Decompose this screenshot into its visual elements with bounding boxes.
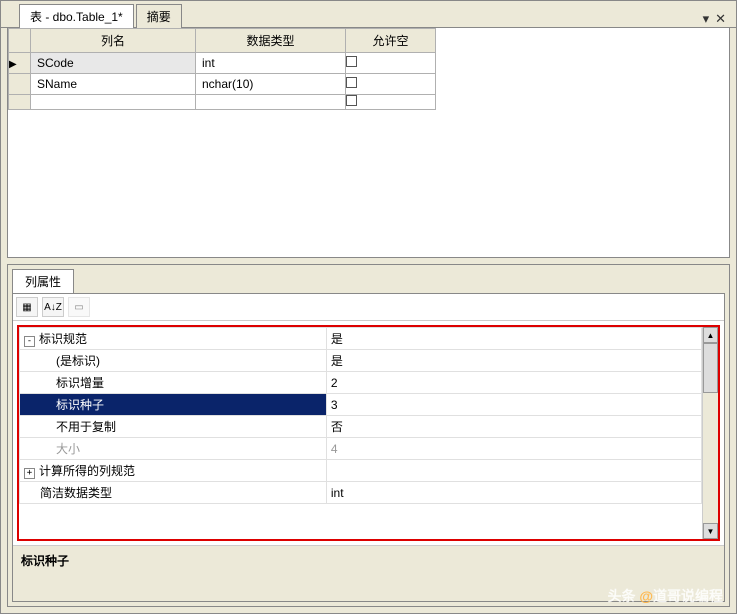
property-value[interactable] [326,460,701,482]
property-row[interactable]: (是标识) 是 [20,350,702,372]
property-value[interactable]: 否 [326,416,701,438]
vertical-scrollbar[interactable]: ▲ ▼ [702,327,718,539]
scroll-down-icon[interactable]: ▼ [703,523,718,539]
row-selector-icon: ▶ [9,59,17,70]
cell-data-type[interactable] [196,95,346,110]
property-grid-highlight: -标识规范是(是标识)是标识增量2标识种子3不用于复制否大小4+计算所得的列规范… [17,325,720,541]
table-row[interactable] [9,95,436,110]
property-name: 标识规范 [39,332,87,346]
property-name: 简洁数据类型 [40,486,112,500]
cell-data-type[interactable]: nchar(10) [196,74,346,95]
checkbox[interactable] [346,77,357,88]
cell-column-name[interactable] [31,95,196,110]
header-data-type: 数据类型 [196,29,346,53]
property-pages-button[interactable]: ▭ [68,297,90,317]
cell-allow-null[interactable] [346,74,436,95]
property-row[interactable]: + 计算所得的列规范 [20,460,702,482]
property-row[interactable]: 标识增量 2 [20,372,702,394]
watermark: 头条 @道哥说编程 [607,586,723,606]
property-row[interactable]: -标识规范 是 [20,328,702,350]
cell-column-name[interactable]: SCode [31,53,196,74]
cell-column-name[interactable]: SName [31,74,196,95]
checkbox[interactable] [346,95,357,106]
alphabetical-button[interactable]: A↓Z [42,297,64,317]
property-grid[interactable]: -标识规范是(是标识)是标识增量2标识种子3不用于复制否大小4+计算所得的列规范… [19,327,702,539]
property-row[interactable]: 不用于复制 否 [20,416,702,438]
cell-allow-null[interactable] [346,95,436,110]
table-row[interactable]: SNamenchar(10) [9,74,436,95]
header-allow-null: 允许空 [346,29,436,53]
property-name: 计算所得的列规范 [39,464,135,478]
property-toolbar: ▦ A↓Z ▭ [13,294,724,321]
property-row[interactable]: 大小 4 [20,438,702,460]
property-row[interactable]: 简洁数据类型 int [20,482,702,504]
tab-column-properties[interactable]: 列属性 [12,269,74,293]
column-designer-grid: 列名 数据类型 允许空 ▶ SCodeintSNamenchar(10) [7,28,730,258]
window-dropdown-icon[interactable]: ▾ [703,11,710,27]
header-column-name: 列名 [31,29,196,53]
expand-icon[interactable]: - [24,336,35,347]
property-row[interactable]: 标识种子 3 [20,394,702,416]
property-name: 标识增量 [56,376,104,390]
cell-data-type[interactable]: int [196,53,346,74]
property-pane: 列属性 ▦ A↓Z ▭ -标识规范是(是标识)是标识增量2标识种子3不用于复制否… [7,264,730,607]
scroll-up-icon[interactable]: ▲ [703,327,718,343]
property-value[interactable]: int [326,482,701,504]
close-icon[interactable]: ✕ [715,11,726,27]
property-name: (是标识) [56,354,100,368]
tab-table-designer[interactable]: 表 - dbo.Table_1* [19,4,134,28]
property-value[interactable]: 是 [326,350,701,372]
property-name: 标识种子 [56,398,104,412]
checkbox[interactable] [346,56,357,67]
cell-allow-null[interactable] [346,53,436,74]
expand-icon[interactable]: + [24,468,35,479]
property-value[interactable]: 3 [326,394,701,416]
tab-bar: 表 - dbo.Table_1* 摘要 ▾ ✕ [1,1,736,28]
scroll-thumb[interactable] [703,343,718,393]
property-name: 不用于复制 [56,420,116,434]
property-value[interactable]: 4 [326,438,701,460]
property-name: 大小 [56,442,80,456]
tab-summary[interactable]: 摘要 [136,4,182,28]
table-row[interactable]: ▶ SCodeint [9,53,436,74]
categorized-button[interactable]: ▦ [16,297,38,317]
property-value[interactable]: 是 [326,328,701,350]
property-value[interactable]: 2 [326,372,701,394]
